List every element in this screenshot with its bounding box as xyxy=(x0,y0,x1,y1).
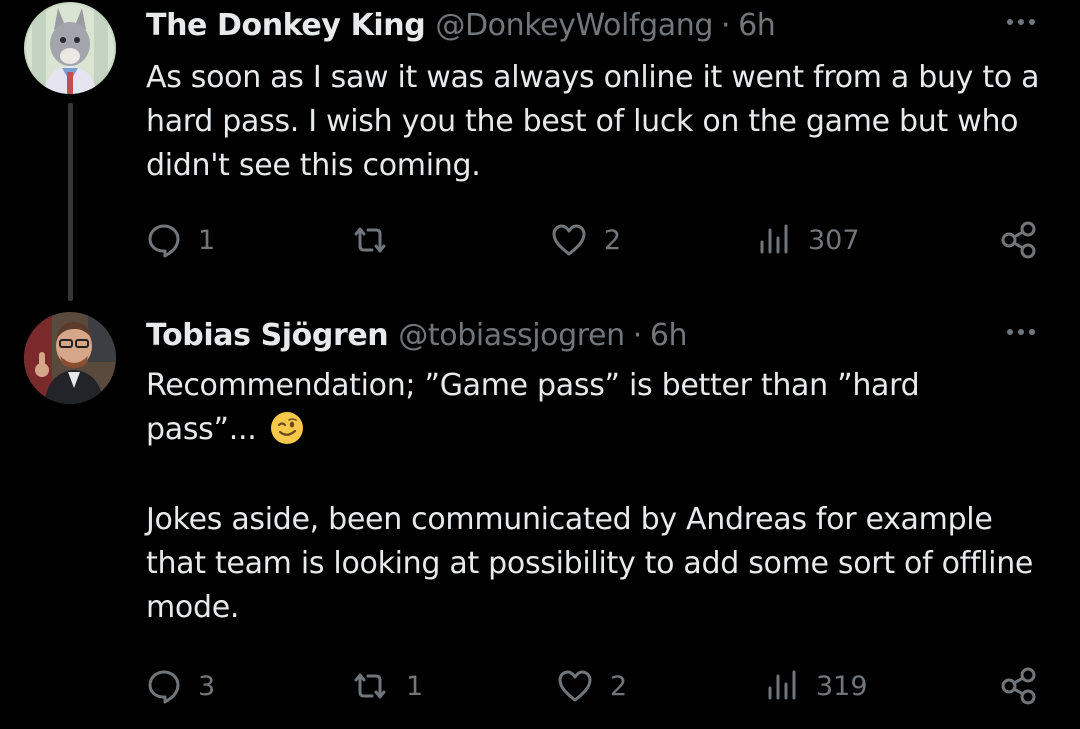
repost-count: 1 xyxy=(406,670,424,702)
timestamp[interactable]: 6h xyxy=(738,8,776,43)
display-name[interactable]: Tobias Sjögren xyxy=(146,318,389,353)
like-button[interactable]: 2 xyxy=(550,216,621,264)
reply-button[interactable]: 1 xyxy=(146,216,215,264)
tweet-text-paragraph: Jokes aside, been communicated by Andrea… xyxy=(146,502,1043,625)
reply-icon xyxy=(146,222,182,258)
user-handle[interactable]: @tobiassjogren xyxy=(398,318,625,353)
share-button[interactable] xyxy=(1000,662,1040,710)
views-button[interactable]: 307 xyxy=(756,216,860,264)
like-icon xyxy=(556,668,594,704)
more-icon[interactable] xyxy=(1004,318,1038,346)
separator-dot: · xyxy=(632,317,643,353)
repost-button[interactable]: 1 xyxy=(350,662,423,710)
avatar-tobias-sjogren[interactable] xyxy=(24,312,116,404)
share-icon xyxy=(1000,666,1040,706)
tweet-text: Recommendation; ”Game pass” is better th… xyxy=(146,364,1026,452)
views-icon xyxy=(756,222,792,258)
reply-icon xyxy=(146,668,182,704)
more-icon[interactable] xyxy=(1004,8,1038,36)
views-count: 319 xyxy=(816,670,868,702)
tweet-text: As soon as I saw it was always online it… xyxy=(146,60,1049,183)
tweet-tobias-sjogren[interactable]: Tobias Sjögren @tobiassjogren · 6h Recom… xyxy=(0,310,1080,729)
views-count: 307 xyxy=(808,224,860,256)
tweet-donkey-king[interactable]: The Donkey King @DonkeyWolfgang · 6h As … xyxy=(0,0,1080,310)
repost-button[interactable] xyxy=(350,216,406,264)
action-bar: 1 2 307 xyxy=(0,216,1080,264)
thread-line xyxy=(68,103,73,301)
repost-icon xyxy=(350,668,390,704)
action-bar: 3 1 2 319 xyxy=(0,662,1080,710)
views-icon xyxy=(764,668,800,704)
display-name[interactable]: The Donkey King xyxy=(146,8,426,43)
views-button[interactable]: 319 xyxy=(764,662,868,710)
tweet-header: Tobias Sjögren @tobiassjogren · 6h xyxy=(146,312,688,358)
separator-dot: · xyxy=(720,7,731,43)
tweet-text-line: Recommendation; ”Game pass” is better th… xyxy=(146,368,929,447)
share-icon xyxy=(1000,220,1040,260)
repost-icon xyxy=(350,222,390,258)
avatar-donkey-king[interactable] xyxy=(24,2,116,94)
like-count: 2 xyxy=(604,224,622,256)
reply-count: 1 xyxy=(198,224,216,256)
share-button[interactable] xyxy=(1000,216,1040,264)
like-icon xyxy=(550,222,588,258)
user-handle[interactable]: @DonkeyWolfgang xyxy=(435,8,713,43)
tweet-header: The Donkey King @DonkeyWolfgang · 6h xyxy=(146,2,776,48)
timestamp[interactable]: 6h xyxy=(650,318,688,353)
like-count: 2 xyxy=(610,670,628,702)
reply-button[interactable]: 3 xyxy=(146,662,215,710)
winking-face-emoji xyxy=(270,411,304,445)
like-button[interactable]: 2 xyxy=(556,662,627,710)
reply-count: 3 xyxy=(198,670,216,702)
